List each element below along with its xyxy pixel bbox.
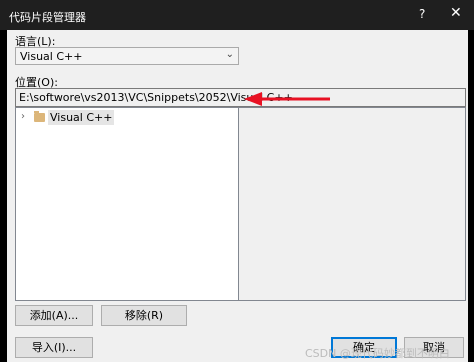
watermark: CSDN @现代码妙都到不明白 [305, 347, 450, 360]
arrow-head [244, 92, 262, 106]
annotation-arrow [244, 92, 330, 106]
